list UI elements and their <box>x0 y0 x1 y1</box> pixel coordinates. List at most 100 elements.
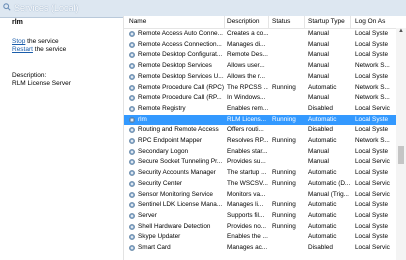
service-name: Sensor Monitoring Service <box>138 190 213 198</box>
table-row[interactable]: Sentinel LDK License Mana... Manages li..… <box>124 200 406 210</box>
table-row[interactable]: Security Accounts Manager The startup ...… <box>124 168 406 178</box>
table-row[interactable]: RPC Endpoint Mapper Resolves RP... Running… <box>124 136 406 146</box>
service-startup-type: Manual <box>308 158 329 166</box>
column-header-name[interactable]: Name <box>129 18 146 25</box>
service-description: Remote Des... <box>227 51 268 59</box>
table-row[interactable]: Skype Updater Enables the ... Automatic Loc… <box>124 232 406 242</box>
service-gear-icon <box>129 73 135 80</box>
service-status: Running <box>272 137 296 144</box>
table-row[interactable]: Remote Desktop Services U... Allows the r… <box>124 72 406 82</box>
service-description: Provides su... <box>227 158 266 166</box>
service-name: Security Accounts Manager <box>138 169 216 177</box>
column-header-startup-type[interactable]: Startup Type <box>308 18 345 25</box>
table-row[interactable]: Shell Hardware Detection Provides no... Ru… <box>124 222 406 232</box>
service-status: Running <box>272 169 296 177</box>
details-pane <box>0 18 122 260</box>
service-startup-type: Automatic (D... <box>308 179 350 187</box>
restart-service-link[interactable]: Restart <box>12 46 33 53</box>
service-name: Remote Desktop Configurat... <box>138 51 223 59</box>
column-header-status[interactable]: Status <box>272 18 290 25</box>
service-name: Remote Procedure Call (RP... <box>138 94 222 102</box>
service-startup-type: Automatic <box>308 222 337 230</box>
service-status: Running <box>272 83 296 91</box>
service-gear-icon <box>129 127 135 134</box>
service-startup-type: Manual <box>308 62 329 70</box>
service-name: RPC Endpoint Mapper <box>138 137 202 144</box>
table-row[interactable]: Remote Access Auto Conne... Creates a co.… <box>124 29 406 39</box>
table-row[interactable]: Remote Registry Enables rem... Disabled Loc… <box>124 104 406 114</box>
service-gear-icon <box>129 52 135 59</box>
table-row[interactable]: Remote Access Connection... Manages di...… <box>124 40 406 50</box>
service-name: Remote Access Connection... <box>138 40 222 48</box>
service-startup-type: Manual (Trig... <box>308 190 349 198</box>
service-gear-icon <box>129 223 135 230</box>
table-row[interactable]: Smart Card Manages ac... Disabled Local Ser… <box>124 243 406 253</box>
table-row[interactable]: Remote Procedure Call (RPC) The RPCSS ...… <box>124 83 406 93</box>
service-gear-icon <box>129 180 135 187</box>
service-name: Secure Socket Tunneling Pr... <box>138 158 223 166</box>
service-startup-type: Automatic <box>308 137 337 144</box>
service-startup-type: Automatic <box>308 115 337 123</box>
service-status: Running <box>272 211 296 219</box>
service-startup-type: Manual <box>308 51 329 59</box>
table-row[interactable]: rlm RLM Licens... Running Automatic Local Sy… <box>124 114 406 125</box>
service-description: Enables rem... <box>227 104 268 112</box>
service-name: rlm <box>138 115 147 123</box>
service-startup-type: Automatic <box>308 211 337 219</box>
table-row[interactable]: Remote Desktop Configurat... Remote Des..… <box>124 50 406 60</box>
restart-link-suffix: the service <box>32 46 67 53</box>
service-name: Remote Registry <box>138 104 186 112</box>
table-row[interactable]: Security Center The WSCSV... Running Automa… <box>124 179 406 189</box>
service-gear-icon <box>129 245 135 251</box>
service-gear-icon <box>129 148 135 155</box>
column-header-description[interactable]: Description <box>227 18 260 25</box>
services-list[interactable]: ^ Name Description Status Startup Type L… <box>123 16 406 260</box>
table-row[interactable]: Sensor Monitoring Service Monitors va... M… <box>124 190 406 200</box>
service-name: Shell Hardware Detection <box>138 222 211 230</box>
service-startup-type: Disabled <box>308 104 333 112</box>
service-status: Running <box>272 222 296 230</box>
service-description: Provides no... <box>227 222 267 230</box>
search-icon <box>3 3 11 11</box>
service-name: Smart Card <box>138 244 171 251</box>
service-description: The RPCSS ... <box>227 83 268 91</box>
service-gear-icon <box>129 63 135 69</box>
scroll-up-arrow-icon[interactable]: ▲ <box>396 28 406 37</box>
service-gear-icon <box>129 116 135 123</box>
service-gear-icon <box>129 41 135 48</box>
service-gear-icon <box>129 213 135 219</box>
table-row[interactable]: Remote Procedure Call (RP... In Windows..… <box>124 93 406 103</box>
service-name: Skype Updater <box>138 233 181 241</box>
service-status: Running <box>272 201 296 209</box>
service-gear-icon <box>129 31 135 37</box>
service-gear-icon <box>129 234 135 241</box>
table-row[interactable]: Secure Socket Tunneling Pr... Provides su… <box>124 157 406 167</box>
vertical-scrollbar[interactable]: ▲ <box>396 28 406 260</box>
service-description: Creates a co... <box>227 30 268 37</box>
service-gear-icon <box>129 84 135 91</box>
stop-service-link[interactable]: Stop <box>12 38 25 45</box>
service-description: RLM Licens... <box>227 115 267 123</box>
service-description: Manages li... <box>227 201 264 209</box>
column-header-logon-as[interactable]: Log On As <box>355 18 385 25</box>
service-startup-type: Disabled <box>308 126 333 134</box>
table-row[interactable]: Server Supports fil... Running Automatic Loc… <box>124 211 406 221</box>
service-status: Running <box>272 115 296 123</box>
description-label: Description: <box>12 72 47 79</box>
service-startup-type: Automatic <box>308 201 337 209</box>
scroll-thumb[interactable] <box>398 146 404 164</box>
service-startup-type: Manual <box>308 30 329 37</box>
service-description: Allows user... <box>227 62 265 70</box>
table-row[interactable]: Remote Desktop Services Allows user... Man… <box>124 61 406 71</box>
service-startup-type: Automatic <box>308 169 337 177</box>
service-startup-type: Manual <box>308 72 329 80</box>
service-gear-icon <box>129 191 135 198</box>
service-name: Server <box>138 211 157 219</box>
service-description: Manages di... <box>227 40 266 48</box>
service-description: The WSCSV... <box>227 179 268 187</box>
table-row[interactable]: Routing and Remote Access Offers routi...… <box>124 125 406 135</box>
table-row[interactable]: Secondary Logon Enables star... Manual Loca… <box>124 147 406 157</box>
selected-service-name: rlm <box>12 19 23 26</box>
restart-action: Restart the service <box>12 46 66 53</box>
service-name: Remote Access Auto Conne... <box>138 30 223 37</box>
